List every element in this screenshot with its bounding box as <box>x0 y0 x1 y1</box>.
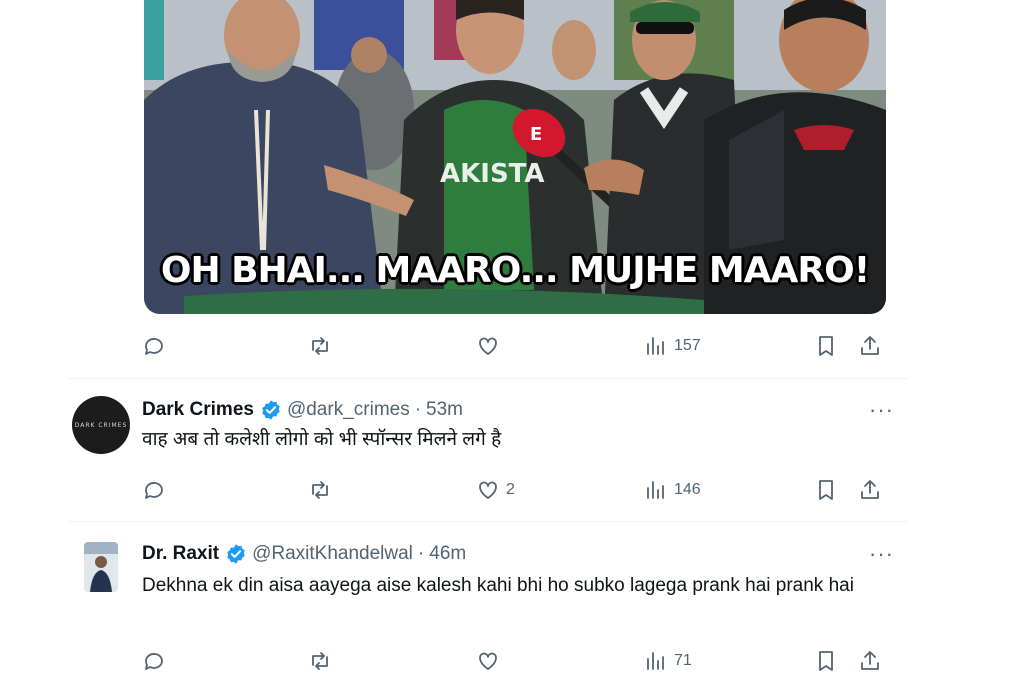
reply-icon <box>145 482 163 499</box>
verified-badge-icon <box>260 399 282 421</box>
jersey-text: AKISTA <box>440 159 545 189</box>
reply-button[interactable] <box>142 646 172 676</box>
reply-button[interactable] <box>142 331 172 361</box>
retweet-button[interactable] <box>308 646 338 676</box>
reply-icon <box>145 338 163 355</box>
share-icon <box>861 651 879 670</box>
share-icon <box>861 336 879 355</box>
views-button[interactable]: 157 <box>644 331 701 361</box>
bookmark-button[interactable] <box>814 475 838 505</box>
more-icon[interactable]: ··· <box>869 397 894 422</box>
user-handle[interactable]: @dark_crimes <box>287 399 410 421</box>
avatar-photo <box>84 542 118 592</box>
like-icon <box>479 481 497 499</box>
avatar-logo-text: DARK CRIMES <box>74 421 128 429</box>
reply-button[interactable] <box>142 475 172 505</box>
share-button[interactable] <box>858 331 882 361</box>
video-caption: OH BHAI... MAARO... MUJHE MAARO! <box>160 250 870 291</box>
like-icon <box>479 652 497 670</box>
avatar[interactable]: DARK CRIMES <box>72 396 130 454</box>
tweet-actions: 157 <box>142 331 892 361</box>
avatar[interactable] <box>84 542 118 592</box>
views-count: 71 <box>674 652 692 669</box>
tweet-header: Dr. Raxit @RaxitKhandelwal · 46m <box>142 542 466 566</box>
views-count: 146 <box>674 481 701 498</box>
views-count: 157 <box>674 337 701 354</box>
tweet-text: वाह अब तो कलेशी लोगो को भी स्पॉन्सर मिलन… <box>142 429 502 450</box>
display-name[interactable]: Dr. Raxit <box>142 543 219 565</box>
like-button[interactable] <box>476 646 506 676</box>
retweet-icon <box>312 337 328 355</box>
bookmark-button[interactable] <box>814 646 838 676</box>
views-icon <box>647 481 664 499</box>
bookmark-icon <box>819 651 833 671</box>
reply-icon <box>145 653 163 670</box>
like-icon <box>479 337 497 355</box>
share-button[interactable] <box>858 646 882 676</box>
like-count: 2 <box>506 481 515 498</box>
mic-logo: E <box>530 124 542 145</box>
like-button[interactable]: 2 <box>476 475 515 505</box>
user-handle[interactable]: @RaxitKhandelwal <box>252 543 413 565</box>
bookmark-button[interactable] <box>814 331 838 361</box>
tweet-divider <box>68 521 908 522</box>
timestamp[interactable]: 53m <box>426 399 463 421</box>
bookmark-icon <box>819 336 833 356</box>
retweet-button[interactable] <box>308 331 338 361</box>
separator-dot: · <box>417 543 425 564</box>
tweet-media-video[interactable]: AKISTA E OH BHAI... MAARO... MUJHE MAARO… <box>144 0 886 314</box>
views-button[interactable]: 146 <box>644 475 701 505</box>
views-button[interactable]: 71 <box>644 646 692 676</box>
share-icon <box>861 480 879 499</box>
separator-dot: · <box>414 399 422 420</box>
timeline-feed: AKISTA E OH BHAI... MAARO... MUJHE MAARO… <box>68 0 908 683</box>
timestamp[interactable]: 46m <box>429 543 466 565</box>
tweet-divider <box>68 378 908 379</box>
share-button[interactable] <box>858 475 882 505</box>
more-icon[interactable]: ··· <box>869 541 894 566</box>
retweet-icon <box>312 652 328 670</box>
tweet-header: Dark Crimes @dark_crimes · 53m <box>142 398 463 422</box>
retweet-button[interactable] <box>308 475 338 505</box>
tweet-text: Dekhna ek din aisa aayega aise kalesh ka… <box>142 575 854 596</box>
tweet-actions: 2 146 <box>142 475 892 505</box>
like-button[interactable] <box>476 331 506 361</box>
views-icon <box>647 652 664 670</box>
bookmark-icon <box>819 480 833 500</box>
verified-badge-icon <box>225 543 247 565</box>
views-icon <box>647 337 664 355</box>
display-name[interactable]: Dark Crimes <box>142 399 254 421</box>
retweet-icon <box>312 481 328 499</box>
tweet-actions: 71 <box>142 646 892 676</box>
